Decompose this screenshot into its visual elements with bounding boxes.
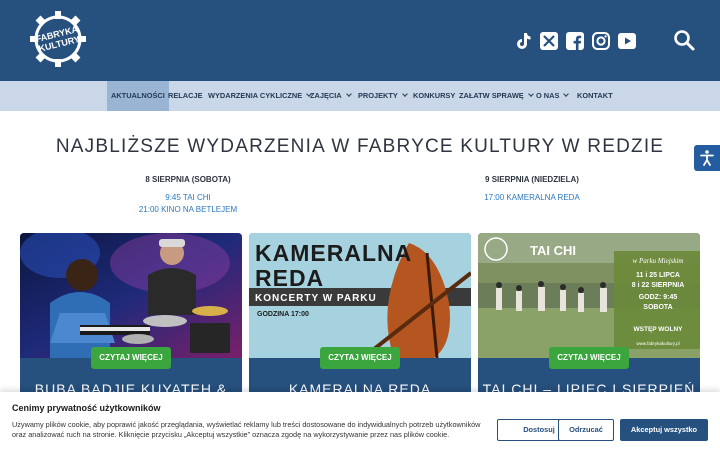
nav-label: PROJEKTY	[358, 91, 398, 100]
cookie-title: Cenimy prywatność użytkowników	[12, 403, 161, 413]
nav-label: AKTUALNOŚCI	[111, 91, 165, 100]
youtube-icon[interactable]	[616, 30, 638, 52]
nav-label: KONKURSY	[413, 91, 456, 100]
nav-item-relacje[interactable]: RELACJE	[168, 81, 203, 111]
nav-label: WYDARZENIA CYKLICZNE	[208, 91, 303, 100]
card-image-musicians	[20, 233, 242, 358]
tiktok-icon[interactable]	[512, 30, 534, 52]
chevron-down-icon	[563, 91, 570, 97]
accept-all-cookies-button[interactable]: Akceptuj wszystko	[620, 419, 708, 441]
site-header: FABRYKA KULTURY	[0, 0, 720, 81]
poster-site: www.fabrykakultury.pl	[636, 341, 679, 346]
nav-item-projekty[interactable]: PROJEKTY	[358, 81, 408, 111]
event-card-kameralna-reda[interactable]: KAMERALNA REDA KONCERTY W PARKU GODZINA …	[249, 233, 471, 393]
day-heading-saturday: 8 SIERPNIA (SOBOTA)	[145, 175, 231, 184]
poster-place: w Parku Miejskim	[633, 257, 684, 265]
nav-item-zajecia[interactable]: ZAJĘCIA	[310, 81, 352, 111]
poster-dates2: 8 i 22 SIERPNIA	[632, 282, 685, 289]
read-more-button[interactable]: CZYTAJ WIĘCEJ	[549, 347, 629, 369]
x-twitter-icon[interactable]	[538, 30, 560, 52]
fabryka-kultury-logo[interactable]: FABRYKA KULTURY	[28, 9, 88, 69]
chevron-down-icon	[402, 91, 408, 97]
card-image-kameralna-poster: KAMERALNA REDA KONCERTY W PARKU GODZINA …	[249, 233, 471, 358]
poster-line1: KAMERALNA	[255, 240, 412, 266]
main-navigation: AKTUALNOŚCI RELACJE WYDARZENIA CYKLICZNE…	[0, 81, 720, 111]
poster-hour: GODZ: 9:45	[639, 294, 678, 301]
page-title: NAJBLIŻSZE WYDARZENIA W FABRYCE KULTURY …	[55, 136, 665, 157]
poster-entry: WSTĘP WOLNY	[634, 326, 684, 333]
nav-item-aktualnosci[interactable]: AKTUALNOŚCI	[107, 81, 169, 111]
event-link-kameralna-reda[interactable]: 17:00 KAMERALNA REDA	[432, 193, 632, 202]
nav-item-kontakt[interactable]: KONTAKT	[577, 81, 613, 111]
facebook-icon[interactable]	[564, 30, 586, 52]
instagram-icon[interactable]	[590, 30, 612, 52]
nav-label: ZAŁATW SPRAWĘ	[459, 91, 524, 100]
event-link-tai-chi[interactable]: 9:45 TAI CHI	[88, 193, 288, 202]
nav-label: ZAJĘCIA	[310, 91, 342, 100]
day-heading-sunday: 9 SIERPNIA (NIEDZIELA)	[485, 175, 579, 184]
nav-item-zalatw-sprawe[interactable]: ZAŁATW SPRAWĘ	[459, 81, 534, 111]
search-icon[interactable]	[672, 28, 696, 52]
nav-label: RELACJE	[168, 91, 203, 100]
nav-item-o-nas[interactable]: O NAS	[536, 81, 570, 111]
chevron-down-icon	[527, 91, 534, 97]
accessibility-icon[interactable]	[694, 145, 720, 171]
poster-subtitle: KONCERTY W PARKU	[255, 293, 377, 304]
chevron-down-icon	[345, 91, 352, 97]
poster-dates1: 11 i 25 LIPCA	[636, 272, 680, 279]
card-image-tai-chi-poster: TAI CHI w Parku Miejskim 11 i 25 LIPCA 8…	[478, 233, 700, 358]
nav-item-konkursy[interactable]: KONKURSY	[413, 81, 455, 111]
poster-heading: TAI CHI	[530, 243, 576, 258]
event-card-tai-chi[interactable]: TAI CHI w Parku Miejskim 11 i 25 LIPCA 8…	[478, 233, 700, 393]
read-more-button[interactable]: CZYTAJ WIĘCEJ	[320, 347, 400, 369]
poster-day: SOBOTA	[643, 304, 672, 311]
nav-item-wydarzenia-cykliczne[interactable]: WYDARZENIA CYKLICZNE	[208, 81, 313, 111]
read-more-button[interactable]: CZYTAJ WIĘCEJ	[91, 347, 171, 369]
poster-line2: REDA	[255, 265, 324, 291]
nav-label: KONTAKT	[577, 91, 613, 100]
event-card-buba[interactable]: BUBA BADJIE KUYATEH &	[20, 233, 242, 393]
event-link-kino[interactable]: 21:00 KINO NA BETLEJEM	[88, 205, 288, 214]
reject-cookies-button[interactable]: Odrzucać	[558, 419, 614, 441]
nav-label: O NAS	[536, 91, 560, 100]
poster-time: GODZINA 17:00	[257, 311, 309, 318]
cookie-description: Używamy plików cookie, aby poprawić jako…	[12, 420, 481, 439]
